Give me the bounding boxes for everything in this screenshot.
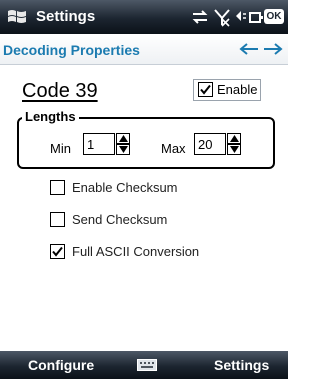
windows-start-icon[interactable] — [6, 7, 28, 27]
full-ascii-label: Full ASCII Conversion — [72, 244, 200, 259]
ok-button[interactable]: OK — [264, 9, 284, 24]
volume-icon[interactable] — [233, 7, 247, 27]
min-label: Min — [50, 141, 71, 156]
signal-off-icon[interactable] — [213, 7, 231, 27]
min-up-button[interactable] — [116, 133, 130, 144]
enable-checkbox[interactable] — [198, 82, 213, 97]
app-title: Settings — [36, 8, 96, 25]
enable-label: Enable — [217, 82, 258, 97]
max-input[interactable]: 20 — [194, 133, 226, 155]
enable-checksum-checkbox[interactable] — [50, 180, 65, 195]
send-checksum-checkbox[interactable] — [50, 212, 65, 227]
header-strip: Decoding Properties — [0, 34, 288, 65]
battery-icon[interactable] — [248, 7, 264, 27]
check-icon — [52, 246, 63, 257]
min-input[interactable]: 1 — [83, 133, 115, 155]
softkey-bar: Configure Settings — [0, 351, 288, 379]
connectivity-icon[interactable] — [190, 7, 210, 27]
arrow-up-icon — [230, 135, 239, 142]
max-label: Max — [161, 141, 186, 156]
arrow-up-icon — [119, 135, 128, 142]
forward-arrow-icon[interactable] — [262, 42, 284, 56]
page-title: Decoding Properties — [3, 42, 140, 58]
keyboard-icon[interactable] — [137, 359, 157, 371]
check-icon — [200, 84, 211, 95]
symbology-name: Code 39 — [22, 80, 98, 102]
min-down-button[interactable] — [116, 144, 130, 155]
max-down-button[interactable] — [227, 144, 241, 155]
enable-checksum-label: Enable Checksum — [72, 180, 178, 195]
arrow-down-icon — [119, 146, 128, 153]
configure-softkey[interactable]: Configure — [28, 357, 94, 373]
status-bar: Settings OK — [0, 0, 288, 34]
send-checksum-label: Send Checksum — [72, 212, 168, 227]
back-arrow-icon[interactable] — [238, 42, 260, 56]
max-up-button[interactable] — [227, 133, 241, 144]
arrow-down-icon — [230, 146, 239, 153]
lengths-legend: Lengths — [22, 109, 79, 124]
full-ascii-checkbox[interactable] — [50, 244, 65, 259]
settings-softkey[interactable]: Settings — [214, 357, 269, 373]
